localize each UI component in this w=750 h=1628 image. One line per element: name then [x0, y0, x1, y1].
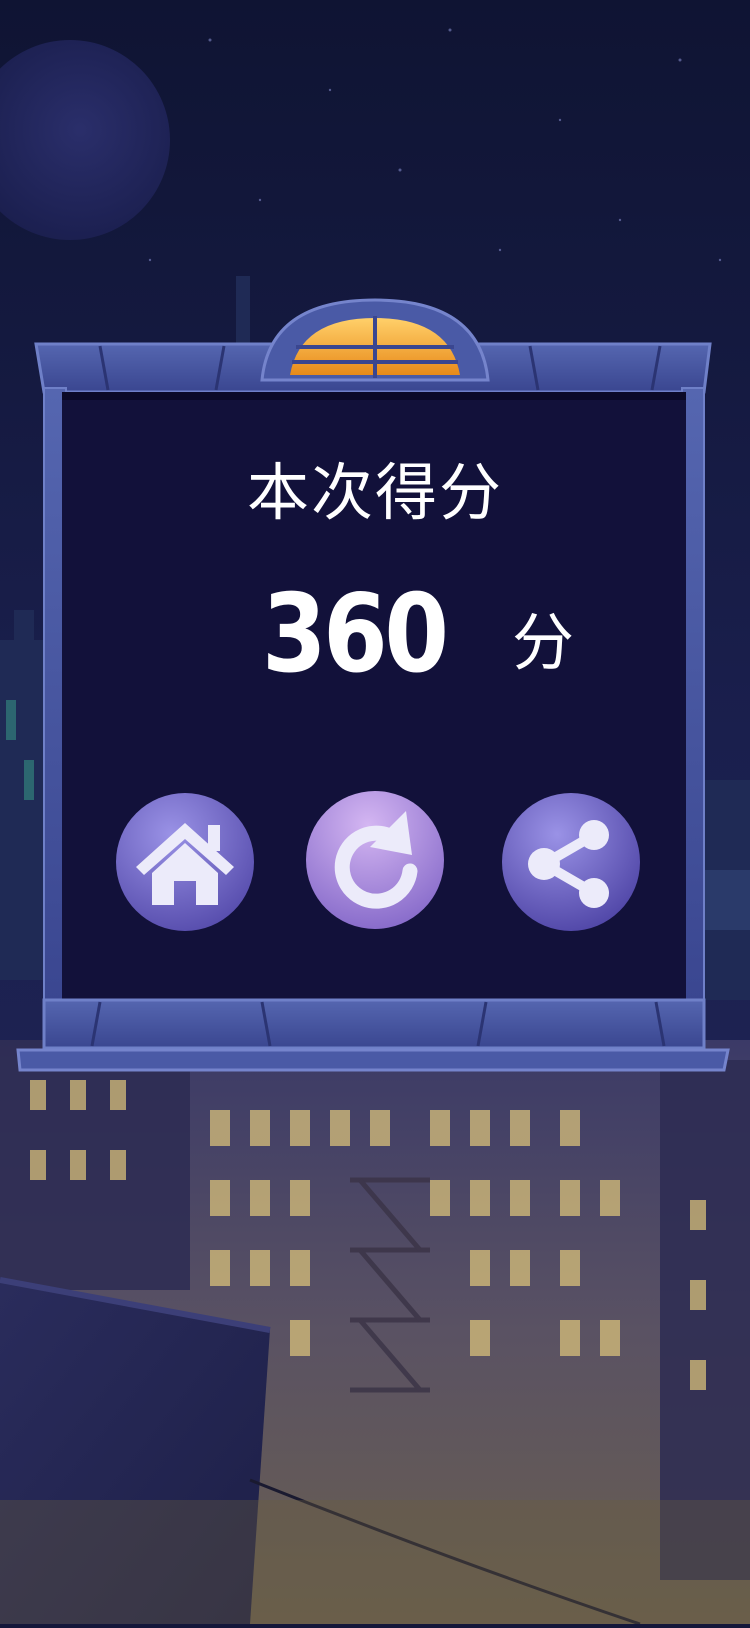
panel-frame	[16, 298, 730, 1072]
score-title: 本次得分	[246, 456, 503, 529]
share-button[interactable]	[502, 793, 640, 931]
score-panel	[0, 0, 750, 1100]
score-value: 360	[262, 572, 449, 697]
share-icon	[502, 793, 640, 931]
score-unit: 分	[512, 606, 575, 679]
home-button[interactable]	[116, 793, 254, 931]
restart-icon	[306, 791, 444, 929]
home-icon	[116, 793, 254, 931]
restart-button[interactable]	[306, 791, 444, 929]
